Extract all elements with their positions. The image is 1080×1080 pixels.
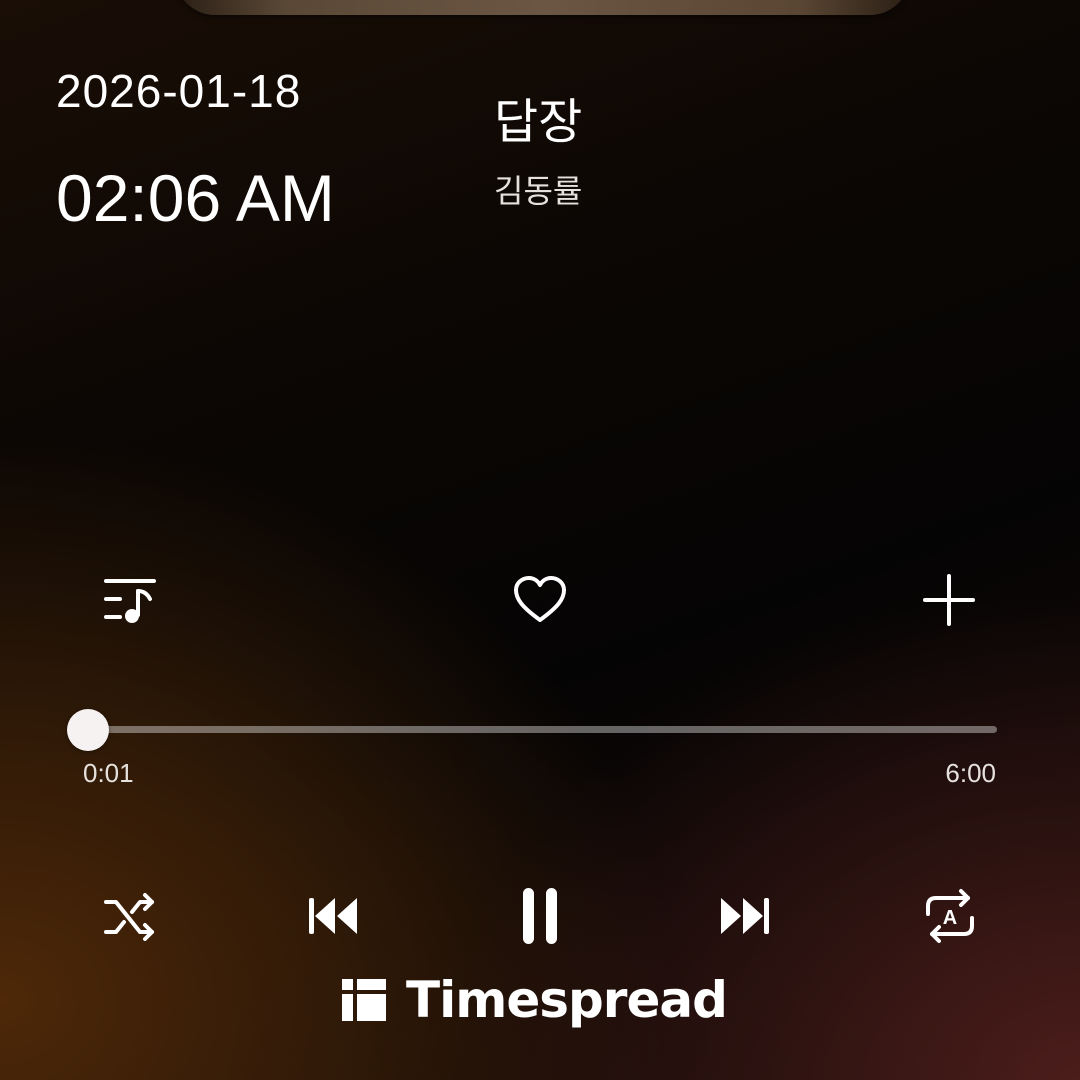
total-duration: 6:00	[945, 758, 996, 788]
brand-name: Timespread	[406, 971, 728, 1029]
track-title: 답장	[494, 94, 583, 150]
progress-bar[interactable]	[66, 709, 997, 751]
skip-next-icon	[721, 898, 769, 934]
pause-button[interactable]	[503, 880, 575, 952]
add-to-playlist-button[interactable]	[917, 568, 981, 632]
clock-time: 02:06 AM	[56, 161, 335, 235]
skip-previous-icon	[309, 898, 357, 934]
repeat-a-icon: A	[926, 889, 974, 943]
clock-date: 2026-01-18	[56, 65, 302, 117]
plus-icon	[923, 574, 975, 626]
playlist-music-icon	[104, 579, 156, 623]
like-button[interactable]	[508, 568, 572, 632]
brand-watermark: Timespread	[340, 970, 728, 1030]
shuffle-button[interactable]	[94, 880, 166, 952]
heart-outline-icon	[514, 576, 566, 622]
repeat-button[interactable]: A	[914, 880, 986, 952]
timespread-logo-icon	[342, 979, 386, 1021]
previous-button[interactable]	[297, 880, 369, 952]
pause-icon	[523, 888, 557, 944]
track-artist: 김동률	[494, 172, 583, 210]
elapsed-time: 0:01	[83, 758, 134, 788]
album-art-peek	[175, 0, 910, 15]
next-button[interactable]	[709, 880, 781, 952]
shuffle-icon	[104, 893, 154, 941]
progress-thumb[interactable]	[66, 709, 109, 751]
repeat-mode-badge: A	[943, 907, 957, 929]
playlist-button[interactable]	[98, 568, 162, 632]
